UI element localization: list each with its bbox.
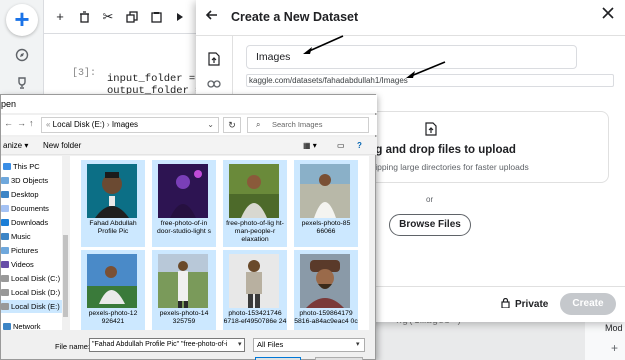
- search-icon: ⌕: [256, 120, 261, 129]
- nav-desktop[interactable]: Desktop: [1, 188, 39, 201]
- nav-pictures[interactable]: Pictures: [1, 244, 38, 257]
- nav-3d-objects[interactable]: 3D Objects: [1, 174, 48, 187]
- document-icon: [1, 205, 9, 212]
- folder-chevron-icon: «: [46, 120, 53, 129]
- file-name: Fahad Abdullah Profile Pic: [89, 220, 137, 235]
- organize-menu[interactable]: anize ▾: [3, 137, 28, 155]
- arrowhead: [406, 71, 415, 78]
- open-file-dialog: pen ← → ↑ « Local Disk (E:) › Images ⌄ ↻…: [0, 94, 377, 360]
- pictures-icon: [1, 247, 9, 254]
- image-thumbnail: [87, 254, 137, 308]
- breadcrumb-drive[interactable]: Local Disk (E:): [53, 120, 105, 129]
- file-name-label: File name:: [55, 342, 91, 351]
- file-name: free-photo-of-lig ht-man-people-r elaxat…: [226, 220, 284, 243]
- address-bar[interactable]: « Local Disk (E:) › Images ⌄: [41, 117, 219, 133]
- arrow-to-url: [410, 61, 446, 77]
- file-tile[interactable]: free-photo-of-lig ht-man-people-r elaxat…: [223, 160, 287, 247]
- image-thumbnail: [158, 164, 208, 218]
- file-tile[interactable]: free-photo-of-in door-studio-light s: [152, 160, 216, 247]
- image-thumbnail: [229, 164, 279, 218]
- files-scrollbar[interactable]: [369, 156, 375, 330]
- image-thumbnail: [229, 254, 279, 308]
- file-name: photo-153421746 6718-ef4950786e 24: [223, 310, 287, 325]
- file-type-dropdown-icon[interactable]: ▾: [356, 340, 360, 348]
- arrowhead: [303, 47, 312, 54]
- navigation-pane: This PC 3D Objects Desktop Documents Dow…: [1, 156, 69, 330]
- file-name: free-photo-of-in door-studio-light s: [156, 220, 212, 235]
- nav-downloads[interactable]: Downloads: [1, 216, 48, 229]
- file-name-dropdown-icon[interactable]: ▾: [238, 340, 242, 348]
- nav-local-disk-e[interactable]: Local Disk (E:): [1, 300, 63, 313]
- file-name-input[interactable]: "Fahad Abdullah Profile Pic" "free-photo…: [89, 338, 245, 352]
- nav-this-pc[interactable]: This PC: [3, 160, 40, 173]
- computer-icon: [3, 163, 11, 170]
- desktop-icon: [1, 191, 9, 198]
- address-dropdown-icon[interactable]: ⌄: [207, 118, 214, 132]
- drive-icon: [1, 275, 9, 282]
- breadcrumb-folder[interactable]: Images: [112, 120, 138, 129]
- nav-music[interactable]: Music: [1, 230, 31, 243]
- address-row: ← → ↑ « Local Disk (E:) › Images ⌄ ↻ ⌕ S…: [1, 115, 377, 135]
- forward-icon[interactable]: →: [17, 118, 26, 128]
- back-icon[interactable]: ←: [4, 118, 13, 128]
- file-name: pexels-photo-12 926421: [88, 310, 138, 325]
- file-name: photo-159864179 5816-a84ac9eac4 0c: [294, 310, 358, 325]
- file-name: pexels-photo-85 66066: [301, 220, 351, 235]
- help-icon[interactable]: ?: [357, 137, 362, 155]
- file-tile[interactable]: photo-153421746 6718-ef4950786e 24: [223, 250, 287, 330]
- video-icon: [1, 261, 9, 268]
- music-icon: [1, 233, 9, 240]
- file-tile[interactable]: pexels-photo-12 926421: [81, 250, 145, 330]
- image-thumbnail: [300, 164, 350, 218]
- file-type-select[interactable]: All Files: [253, 338, 365, 352]
- file-tile[interactable]: pexels-photo-85 66066: [294, 160, 358, 247]
- new-folder-button[interactable]: New folder: [43, 137, 81, 155]
- file-name: pexels-photo-14 325759: [159, 310, 209, 325]
- file-tile[interactable]: photo-159864179 5816-a84ac9eac4 0c: [294, 250, 358, 330]
- arrow-to-title: [306, 35, 344, 53]
- nav-local-disk-d[interactable]: Local Disk (D:): [1, 286, 60, 299]
- file-tile[interactable]: Fahad Abdullah Profile Pic: [81, 160, 145, 247]
- download-icon: [1, 219, 9, 226]
- up-icon[interactable]: ↑: [29, 118, 34, 128]
- image-thumbnail: [158, 254, 208, 308]
- nav-scrollbar-thumb[interactable]: [63, 235, 68, 317]
- file-grid: Fahad Abdullah Profile Pic free-photo-of…: [70, 156, 375, 330]
- open-dialog-title: pen: [1, 95, 377, 113]
- preview-pane-icon[interactable]: ▭: [337, 137, 345, 155]
- drive-icon: [1, 303, 9, 310]
- network-icon: [3, 323, 11, 330]
- nav-network[interactable]: Network: [3, 320, 41, 330]
- nav-local-disk-c[interactable]: Local Disk (C:): [1, 272, 60, 285]
- drive-icon: [1, 289, 9, 296]
- dialog-toolbar: anize ▾ New folder ▦ ▾ ▭ ?: [1, 137, 377, 155]
- file-tile[interactable]: pexels-photo-14 325759: [152, 250, 216, 330]
- nav-documents[interactable]: Documents: [1, 202, 49, 215]
- cube-icon: [1, 177, 9, 184]
- search-placeholder: Search Images: [272, 120, 323, 129]
- image-thumbnail: [300, 254, 350, 308]
- search-input[interactable]: ⌕ Search Images: [247, 117, 369, 133]
- nav-videos[interactable]: Videos: [1, 258, 34, 271]
- image-thumbnail: [87, 164, 137, 218]
- view-options-icon[interactable]: ▦ ▾: [303, 137, 317, 155]
- refresh-icon[interactable]: ↻: [223, 117, 241, 133]
